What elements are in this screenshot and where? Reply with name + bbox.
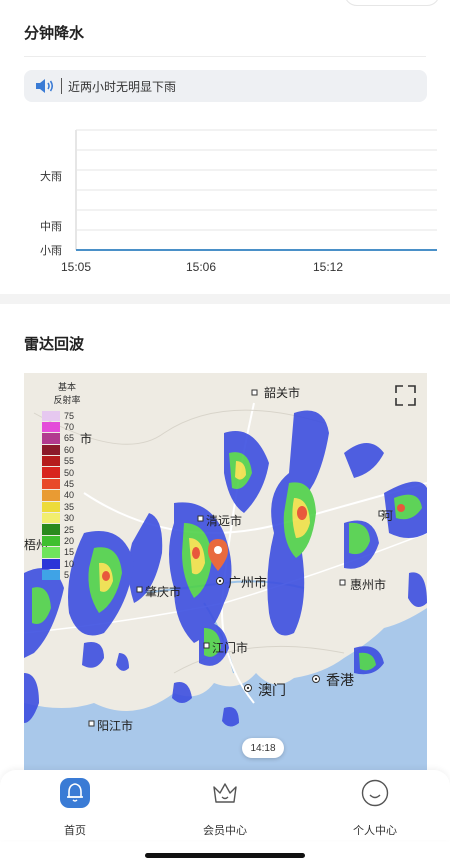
chart-y-label: 小雨 [40, 244, 62, 257]
city-label-macau: 澳门 [258, 682, 286, 698]
smiley-icon [361, 779, 389, 807]
legend-swatch [42, 501, 60, 513]
legend-item: 75 [42, 410, 96, 421]
bottom-tab-bar: 首页 会员中心 个人中心 [0, 770, 450, 840]
legend-value: 70 [64, 422, 75, 433]
legend-swatch [42, 569, 60, 581]
chart-x-label: 15:05 [61, 260, 91, 274]
radar-time-chip[interactable]: 14:18 [242, 738, 284, 758]
legend-swatch [42, 444, 60, 456]
legend-swatch [42, 513, 60, 524]
tab-member-label: 会员中心 [203, 825, 247, 837]
city-label-hongkong: 香港 [326, 672, 354, 688]
minute-precip-chart: 小雨 中雨 大雨 15:05 15:06 15:12 [40, 129, 437, 274]
legend-value: 25 [64, 524, 75, 535]
legend-value: 30 [64, 513, 75, 524]
legend-swatch [42, 547, 60, 558]
radar-map[interactable]: 韶关市 清远市 广州市 肇庆市 惠州市 江门市 澳门 香港 阳江市 河 市 梧州… [24, 373, 427, 773]
city-label-guangzhou: 广州市 [228, 575, 267, 590]
legend-swatch [42, 456, 60, 467]
legend-item: 25 [42, 524, 96, 535]
legend-item: 15 [42, 547, 96, 558]
legend-title-1: 基本 [57, 382, 76, 392]
legend-value: 15 [64, 547, 75, 558]
city-label-yangjiang: 阳江市 [97, 718, 133, 733]
chart-y-label: 中雨 [40, 220, 62, 233]
city-label-heyuan: 河 [381, 509, 393, 523]
tab-profile-label: 个人中心 [353, 825, 397, 837]
city-label-shaoguan: 韶关市 [264, 385, 300, 400]
home-bell-icon [60, 778, 90, 808]
legend-item: 35 [42, 501, 96, 513]
legend-item: 55 [42, 456, 96, 467]
legend-swatch [42, 433, 60, 444]
legend-value: 55 [64, 456, 75, 467]
chart-x-label: 15:06 [186, 260, 216, 274]
legend-item: 45 [42, 478, 96, 490]
fullscreen-icon[interactable] [395, 385, 416, 406]
home-indicator [145, 853, 305, 858]
legend-item: 10 [42, 558, 96, 569]
legend-item: 65 [42, 433, 96, 444]
legend-swatch [42, 490, 60, 501]
tab-profile[interactable]: 个人中心 [330, 778, 420, 838]
legend-swatch [42, 421, 60, 433]
chart-grid [75, 129, 437, 251]
legend-swatch [42, 524, 60, 535]
notice-separator [61, 78, 62, 94]
legend-value: 75 [64, 410, 75, 421]
legend-title-2: 反射率 [53, 395, 81, 405]
legend-value: 5 [64, 570, 70, 581]
section-gap [0, 294, 450, 304]
legend-swatch [42, 535, 60, 547]
legend-value: 35 [64, 501, 75, 512]
city-label-jiangmen: 江门市 [212, 640, 248, 655]
legend-value: 50 [64, 467, 75, 478]
legend-swatch [42, 478, 60, 490]
legend-item: 30 [42, 513, 96, 524]
legend-value: 40 [64, 490, 75, 501]
precip-notice-text: 近两小时无明显下雨 [68, 79, 177, 94]
tab-member[interactable]: 会员中心 [180, 778, 270, 838]
chart-y-labels: 小雨中雨大雨 [40, 169, 62, 257]
legend-value: 45 [64, 479, 75, 490]
city-label-huizhou: 惠州市 [350, 577, 386, 592]
legend-item: 60 [42, 444, 96, 456]
tab-home-label: 首页 [64, 825, 86, 837]
city-label-zhaoqing: 肇庆市 [145, 584, 181, 599]
radar-title: 雷达回波 [24, 336, 85, 353]
legend-item: 20 [42, 535, 96, 547]
legend-value: 10 [64, 558, 75, 569]
chart-x-labels: 15:05 15:06 15:12 [61, 260, 343, 274]
legend-rows: 75 70 65 60 55 50 45 40 35 30 25 20 15 10 5 [38, 410, 96, 581]
legend-item: 5 [42, 569, 96, 581]
city-label-qingyuan: 清远市 [206, 513, 242, 528]
chart-x-label: 15:12 [313, 260, 343, 274]
crown-icon [213, 783, 237, 803]
legend-item: 70 [42, 421, 96, 433]
legend-value: 20 [64, 535, 75, 546]
legend-item: 50 [42, 467, 96, 478]
minute-precip-title: 分钟降水 [24, 25, 85, 42]
section-divider [24, 56, 426, 57]
legend-value: 60 [64, 444, 75, 455]
legend-swatch [42, 558, 60, 569]
top-action-pill[interactable] [344, 0, 440, 6]
legend-item: 40 [42, 490, 96, 501]
legend-swatch [42, 467, 60, 478]
chart-y-label: 大雨 [40, 169, 62, 183]
legend-value: 65 [64, 433, 75, 444]
tab-home[interactable]: 首页 [30, 778, 120, 838]
precip-notice-bar: 近两小时无明显下雨 [24, 70, 427, 102]
reflectivity-legend: 基本 反射率 75 70 65 60 55 50 45 40 35 30 25 20 15 10 5 [38, 381, 96, 581]
speaker-icon [36, 79, 54, 93]
legend-swatch [42, 410, 60, 421]
